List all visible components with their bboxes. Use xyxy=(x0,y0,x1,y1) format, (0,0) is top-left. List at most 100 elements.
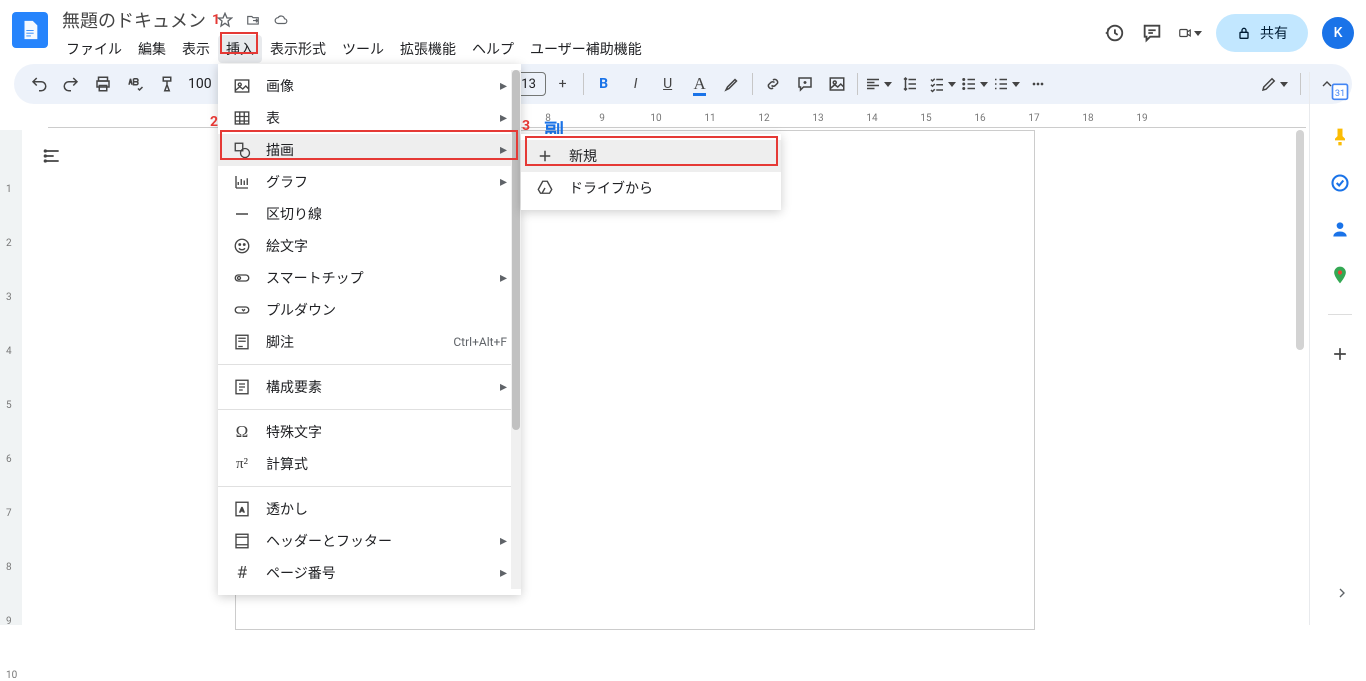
share-button[interactable]: 共有 xyxy=(1216,14,1308,52)
hr-icon xyxy=(232,204,252,224)
chevron-right-icon: ▸ xyxy=(500,110,507,126)
font-size-plus[interactable]: + xyxy=(548,69,578,99)
svg-text:A: A xyxy=(240,506,245,514)
insert-menu-item[interactable]: Ω特殊文字 xyxy=(218,416,521,448)
insert-menu-item[interactable]: 絵文字 xyxy=(218,230,521,262)
menu-edit[interactable]: 編集 xyxy=(130,35,174,63)
insert-menu-item[interactable]: グラフ▸ xyxy=(218,166,521,198)
ruler-tick: 1 xyxy=(6,184,12,195)
menu-help[interactable]: ヘルプ xyxy=(464,35,522,63)
history-icon[interactable] xyxy=(1102,21,1126,45)
chart-icon xyxy=(232,172,252,192)
cloud-status-icon[interactable] xyxy=(272,11,290,29)
menu-item-label: 区切り線 xyxy=(266,204,322,224)
menu-tools[interactable]: ツール xyxy=(334,35,392,63)
menu-extensions[interactable]: 拡張機能 xyxy=(392,35,464,63)
move-icon[interactable] xyxy=(244,11,262,29)
menu-insert[interactable]: 挿入 xyxy=(218,35,262,63)
menu-item-label: 表 xyxy=(266,108,280,128)
italic-button[interactable]: I xyxy=(621,69,651,99)
submenu-item[interactable]: ドライブから xyxy=(521,172,781,204)
menu-item-label: ページ番号 xyxy=(266,563,336,583)
menu-bar: ファイル 編集 表示 挿入 表示形式 ツール 拡張機能 ヘルプ ユーザー補助機能 xyxy=(58,35,1102,63)
outline-toggle-icon[interactable] xyxy=(38,142,66,170)
insert-link-button[interactable] xyxy=(758,69,788,99)
maps-icon[interactable] xyxy=(1329,264,1351,286)
insert-menu-item[interactable]: π²計算式 xyxy=(218,448,521,480)
checklist-button[interactable] xyxy=(927,69,957,99)
menu-format[interactable]: 表示形式 xyxy=(262,35,334,63)
keep-icon[interactable] xyxy=(1329,126,1351,148)
ruler-tick: 10 xyxy=(6,670,17,681)
ruler-tick: 4 xyxy=(6,346,12,357)
redo-button[interactable] xyxy=(56,69,86,99)
meet-icon[interactable] xyxy=(1178,21,1202,45)
highlight-button[interactable] xyxy=(717,69,747,99)
insert-menu-item[interactable]: 画像▸ xyxy=(218,70,521,102)
menu-item-label: 構成要素 xyxy=(266,377,322,397)
print-button[interactable] xyxy=(88,69,118,99)
smile-icon xyxy=(232,236,252,256)
insert-menu-item[interactable]: スマートチップ▸ xyxy=(218,262,521,294)
menu-item-label: 描画 xyxy=(266,140,294,160)
insert-menu-item[interactable]: プルダウン xyxy=(218,294,521,326)
bold-button[interactable]: B xyxy=(589,69,619,99)
insert-menu-item[interactable]: 構成要素▸ xyxy=(218,371,521,403)
menu-item-label: プルダウン xyxy=(266,300,336,320)
calendar-icon[interactable]: 31 xyxy=(1329,80,1351,102)
insert-menu-item[interactable]: 表▸ xyxy=(218,102,521,134)
comments-icon[interactable] xyxy=(1140,21,1164,45)
menu-item-label: 絵文字 xyxy=(266,236,308,256)
ruler-tick: 10 xyxy=(650,113,661,124)
menu-item-label: スマートチップ xyxy=(266,268,364,288)
submenu-item[interactable]: 新規 xyxy=(521,140,781,172)
spellcheck-button[interactable] xyxy=(120,69,150,99)
tasks-icon[interactable] xyxy=(1329,172,1351,194)
account-avatar[interactable]: K xyxy=(1322,17,1354,49)
submenu-item-label: ドライブから xyxy=(569,178,653,198)
more-button[interactable] xyxy=(1023,69,1053,99)
get-addons-icon[interactable] xyxy=(1329,343,1351,365)
insert-menu-item[interactable]: A 透かし xyxy=(218,493,521,525)
image-icon xyxy=(232,76,252,96)
ruler-tick: 11 xyxy=(704,113,715,124)
align-button[interactable] xyxy=(863,69,893,99)
toolbar: 100 − 13 + B I U A xyxy=(14,64,1352,104)
undo-button[interactable] xyxy=(24,69,54,99)
annotation-label-3: 3 xyxy=(522,118,530,134)
document-title[interactable]: 無題のドキュメン xyxy=(58,7,210,33)
underline-button[interactable]: U xyxy=(653,69,683,99)
insert-menu-item[interactable]: 区切り線 xyxy=(218,198,521,230)
menu-item-label: 透かし xyxy=(266,499,308,519)
insert-menu-item[interactable]: #ページ番号▸ xyxy=(218,557,521,589)
menu-accessibility[interactable]: ユーザー補助機能 xyxy=(522,35,650,63)
contacts-icon[interactable] xyxy=(1329,218,1351,240)
line-spacing-button[interactable] xyxy=(895,69,925,99)
omega-icon: Ω xyxy=(232,422,252,442)
vertical-ruler[interactable]: 12345678910 xyxy=(0,130,22,625)
menu-scrollbar[interactable] xyxy=(511,70,521,589)
plus-icon xyxy=(535,146,555,166)
collapse-sidepanel-icon[interactable] xyxy=(1334,585,1350,605)
insert-menu-item[interactable]: 描画▸ xyxy=(218,134,521,166)
menu-item-label: 画像 xyxy=(266,76,294,96)
paint-format-button[interactable] xyxy=(152,69,182,99)
docs-logo[interactable] xyxy=(12,12,48,48)
page-scrollbar[interactable] xyxy=(1296,130,1304,350)
side-panel: 31 xyxy=(1314,68,1366,625)
add-comment-button[interactable] xyxy=(790,69,820,99)
menu-item-label: グラフ xyxy=(266,172,308,192)
bullet-list-button[interactable] xyxy=(959,69,989,99)
annotation-label-2: 2 xyxy=(210,114,218,130)
menu-view[interactable]: 表示 xyxy=(174,35,218,63)
ruler-tick: 13 xyxy=(812,113,823,124)
menu-file[interactable]: ファイル xyxy=(58,35,130,63)
insert-image-button[interactable] xyxy=(822,69,852,99)
ruler-tick: 15 xyxy=(920,113,931,124)
insert-menu-item[interactable]: ヘッダーとフッター▸ xyxy=(218,525,521,557)
zoom-value[interactable]: 100 xyxy=(184,76,216,92)
insert-menu-item[interactable]: 脚注Ctrl+Alt+F xyxy=(218,326,521,358)
editing-mode-button[interactable] xyxy=(1259,69,1289,99)
numbered-list-button[interactable] xyxy=(991,69,1021,99)
text-color-button[interactable]: A xyxy=(685,69,715,99)
